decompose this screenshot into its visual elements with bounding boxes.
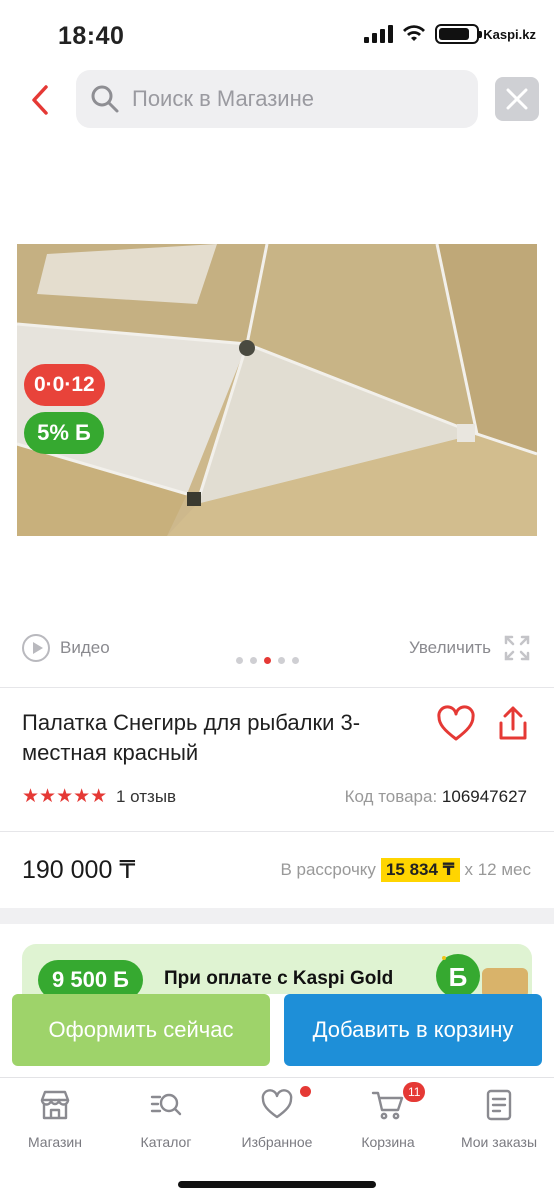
product-title: Палатка Снегирь для рыбалки 3-местная кр… (22, 710, 361, 765)
tab-label: Избранное (241, 1134, 313, 1150)
product-code-label: Код товара: (344, 787, 438, 806)
product-code-value: 106947627 (441, 787, 527, 806)
rating-stars: ★★★★★ (22, 786, 108, 807)
product-code: Код товара: 106947627 (345, 787, 527, 807)
signal-icon (364, 25, 394, 43)
zoom-button[interactable]: Увеличить (409, 634, 531, 662)
promo-bonus-badge: 9 500 Б (38, 960, 143, 994)
tab-label: Мои заказы (460, 1134, 538, 1150)
timer-badge: 0·0·12 (24, 364, 105, 406)
back-button[interactable] (22, 80, 62, 120)
cart-icon (371, 1091, 404, 1120)
tab-label: Корзина (361, 1134, 415, 1150)
divider (0, 687, 554, 688)
svg-text:Б: Б (449, 962, 468, 992)
promo-text: При оплате с Kaspi Gold (164, 968, 394, 989)
zoom-label: Увеличить (409, 638, 491, 657)
buy-now-button[interactable]: Оформить сейчас (12, 994, 270, 1066)
heart-icon (437, 705, 475, 741)
video-label: Видео (60, 638, 110, 657)
tab-catalog[interactable]: Каталог (111, 1088, 221, 1150)
carrier-label: Kaspi.kz (483, 26, 536, 42)
play-icon (22, 634, 50, 662)
reviews-link[interactable]: 1 отзыв (116, 787, 176, 807)
pagination-dot (236, 657, 243, 664)
status-icons: Kaspi.kz (364, 24, 536, 44)
expand-icon (504, 635, 530, 661)
favorite-button[interactable] (436, 705, 476, 745)
kaspi-gold-promo[interactable]: 9 500 Б При оплате с Kaspi Gold Б (22, 944, 532, 994)
tab-orders[interactable]: Мои заказы (444, 1088, 554, 1150)
home-indicator (178, 1181, 376, 1188)
pagination-dot-active (264, 657, 271, 664)
tab-label: Каталог (140, 1134, 192, 1150)
video-button[interactable]: Видео (22, 634, 110, 662)
search-input[interactable]: Поиск в Магазине (76, 70, 478, 128)
section-separator (0, 908, 554, 924)
search-icon (91, 85, 119, 113)
tab-favorites[interactable]: Избранное (222, 1086, 332, 1150)
installment-amount: 15 834 ₸ (380, 858, 460, 882)
tab-cart[interactable]: Корзина 11 (333, 1082, 443, 1150)
pagination-dot (278, 657, 285, 664)
cart-count-badge: 11 (403, 1082, 426, 1102)
gallery-pagination (236, 657, 299, 664)
store-icon (40, 1090, 70, 1120)
chevron-left-icon (32, 85, 48, 115)
heart-icon (261, 1089, 293, 1119)
pagination-dot (292, 657, 299, 664)
share-icon (499, 706, 527, 740)
wifi-icon (403, 25, 426, 41)
tab-store[interactable]: Магазин (0, 1088, 110, 1150)
tab-label: Магазин (27, 1134, 82, 1150)
orders-icon (486, 1089, 512, 1121)
search-placeholder: Поиск в Магазине (132, 86, 314, 111)
add-to-cart-button[interactable]: Добавить в корзину (284, 994, 542, 1066)
favorites-dot-badge (300, 1086, 311, 1097)
installment-prefix: В рассрочку (280, 860, 376, 879)
divider (0, 831, 554, 832)
bonus-badge: 5% Б (24, 412, 104, 454)
product-price: 190 000 ₸ (22, 856, 136, 884)
close-icon (506, 88, 528, 110)
installment-suffix: х 12 мес (464, 860, 532, 879)
pagination-dot (250, 657, 257, 664)
share-button[interactable] (496, 705, 530, 743)
bonus-coin-icon: Б (436, 954, 528, 994)
status-time: 18:40 (58, 22, 125, 50)
catalog-search-icon (150, 1093, 182, 1116)
battery-icon (435, 24, 483, 44)
installment-info[interactable]: В рассрочку 15 834 ₸ х 12 мес (280, 858, 531, 882)
close-button[interactable] (495, 77, 539, 121)
